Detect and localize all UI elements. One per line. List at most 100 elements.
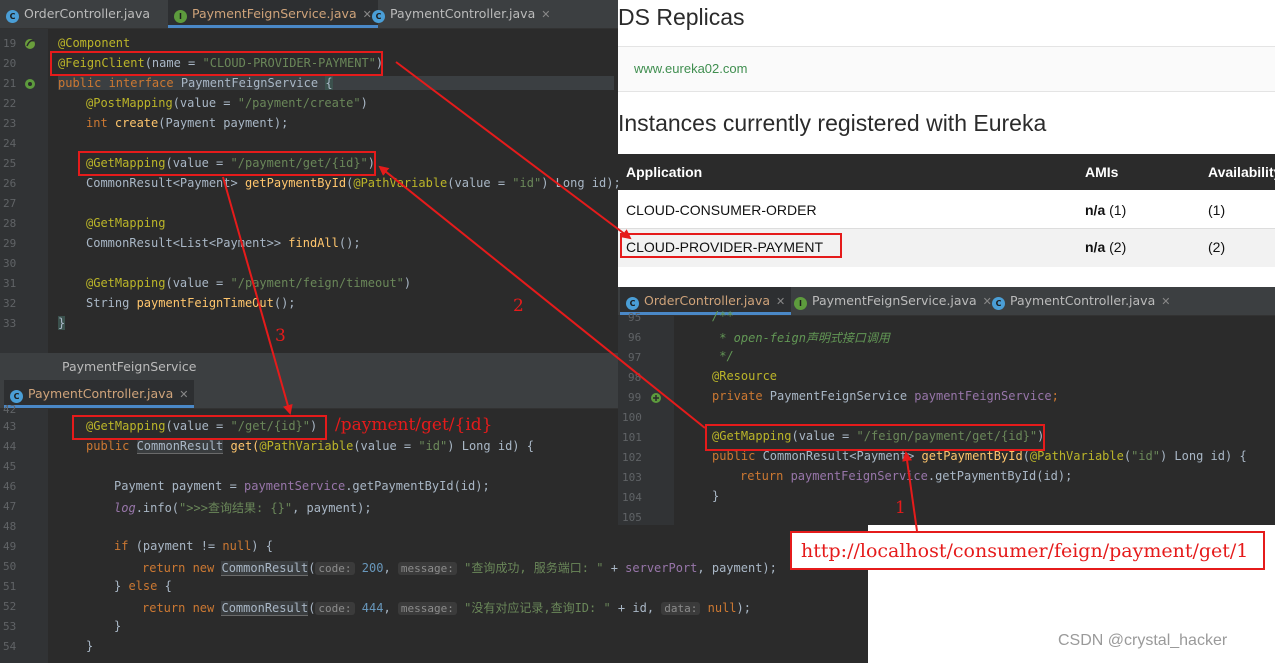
tab-payment-controller[interactable]: C PaymentController.java ✕ bbox=[372, 0, 550, 28]
tab-order-controller[interactable]: C OrderController.java bbox=[6, 0, 150, 28]
code-line-103: return paymentFeignService.getPaymentByI… bbox=[740, 469, 1073, 483]
top-editor-tabbar: C OrderController.java I PaymentFeignServi… bbox=[0, 0, 618, 29]
bottom-left-tabbar: C PaymentController.java ✕ bbox=[0, 380, 618, 409]
implemented-by-icon[interactable] bbox=[24, 78, 36, 90]
line-number: 99 bbox=[628, 391, 642, 404]
app-name: CLOUD-CONSUMER-ORDER bbox=[626, 202, 817, 218]
line-number: 104 bbox=[622, 491, 642, 504]
instances-table-header: Application AMIs Availability bbox=[618, 154, 1275, 190]
column-amis: AMIs bbox=[1085, 164, 1119, 180]
close-icon[interactable]: ✕ bbox=[983, 295, 992, 308]
column-application: Application bbox=[626, 164, 703, 180]
controller-mapping-highlight bbox=[72, 415, 327, 440]
line-number: 21 bbox=[3, 77, 17, 90]
line-number: 95 bbox=[628, 311, 642, 324]
line-number: 28 bbox=[3, 217, 17, 230]
line-number: 46 bbox=[3, 480, 17, 493]
request-url: http://localhost/consumer/feign/payment/… bbox=[801, 540, 1249, 562]
class-icon: C bbox=[10, 390, 23, 403]
code-line-28: @GetMapping bbox=[86, 216, 166, 230]
line-number: 42 bbox=[3, 403, 17, 416]
line-gutter: 19 20 21 22 23 24 25 26 27 28 29 30 31 3… bbox=[0, 29, 48, 353]
replicas-box: www.eureka02.com bbox=[618, 46, 1275, 92]
line-number: 45 bbox=[3, 460, 17, 473]
code-line-31: @GetMapping(value = "/payment/feign/time… bbox=[86, 276, 412, 290]
line-number: 30 bbox=[3, 257, 17, 270]
line-gutter: 95 96 97 98 99 100 101 102 103 104 105 bbox=[618, 311, 674, 525]
step-2-label: 2 bbox=[513, 296, 524, 316]
line-number: 50 bbox=[3, 560, 17, 573]
line-number: 27 bbox=[3, 197, 17, 210]
instances-title: Instances currently registered with Eure… bbox=[618, 110, 1047, 136]
interface-icon: I bbox=[174, 10, 187, 23]
tab-payment-feign-service[interactable]: I PaymentFeignService.java ✕ bbox=[794, 287, 992, 315]
ds-replicas-title: DS Replicas bbox=[618, 4, 745, 30]
line-number: 43 bbox=[3, 420, 17, 433]
availability-value: (1) bbox=[1208, 202, 1226, 218]
autowired-icon[interactable] bbox=[650, 392, 662, 404]
parameter-hint: message: bbox=[397, 562, 457, 575]
eureka-page: DS Replicas www.eureka02.com Instances c… bbox=[618, 0, 1275, 272]
line-gutter: 42 43 44 45 46 47 48 49 50 51 52 53 54 bbox=[0, 403, 48, 663]
url-box: http://localhost/consumer/feign/payment/… bbox=[790, 531, 1265, 570]
table-row: CLOUD-CONSUMER-ORDER n/a (1) (1) bbox=[618, 190, 1275, 229]
step-3-label: 3 bbox=[275, 326, 286, 346]
code-line-21: public interface PaymentFeignService { bbox=[58, 76, 614, 90]
availability-value: (2) bbox=[1208, 239, 1226, 255]
line-number: 103 bbox=[622, 471, 642, 484]
line-number: 101 bbox=[622, 431, 642, 444]
line-number: 29 bbox=[3, 237, 17, 250]
close-icon[interactable]: ✕ bbox=[541, 8, 550, 21]
code-line-22: @PostMapping(value = "/payment/create") bbox=[86, 96, 368, 110]
feign-client-highlight bbox=[50, 51, 383, 76]
step-1-label: 1 bbox=[895, 498, 906, 518]
close-icon[interactable]: ✕ bbox=[1161, 295, 1170, 308]
parameter-hint: code: bbox=[315, 602, 355, 615]
breadcrumb-item[interactable]: PaymentFeignService bbox=[62, 359, 196, 374]
tab-payment-controller[interactable]: C PaymentController.java ✕ bbox=[4, 380, 195, 408]
interface-icon: I bbox=[794, 297, 807, 310]
line-number: 97 bbox=[628, 351, 642, 364]
line-number: 24 bbox=[3, 137, 17, 150]
line-number: 47 bbox=[3, 500, 17, 513]
code-line-29: CommonResult<List<Payment>> findAll(); bbox=[86, 236, 361, 250]
code-line-99: private PaymentFeignService paymentFeign… bbox=[712, 389, 1059, 403]
code-line-46: Payment payment = paymentService.getPaym… bbox=[114, 479, 490, 493]
class-icon: C bbox=[6, 10, 19, 23]
code-line-49: if (payment != null) { bbox=[114, 539, 273, 553]
tab-payment-controller[interactable]: C PaymentController.java ✕ bbox=[992, 287, 1170, 315]
replica-link[interactable]: www.eureka02.com bbox=[634, 61, 747, 76]
line-number: 51 bbox=[3, 580, 17, 593]
code-line-32: String paymentFeignTimeOut(); bbox=[86, 296, 296, 310]
tab-payment-feign-service[interactable]: I PaymentFeignService.java ✕ bbox=[168, 0, 378, 28]
code-line-53: } bbox=[114, 619, 122, 633]
line-number: 20 bbox=[3, 57, 17, 70]
parameter-hint: code: bbox=[315, 562, 355, 575]
consumer-mapping-highlight bbox=[705, 424, 1045, 451]
code-line-52: return new CommonResult(code: 444, messa… bbox=[142, 601, 751, 616]
class-icon: C bbox=[992, 297, 1005, 310]
spring-bean-icon[interactable] bbox=[24, 38, 36, 50]
line-number: 32 bbox=[3, 297, 17, 310]
code-line-50: return new CommonResult(code: 200, messa… bbox=[142, 561, 777, 576]
line-number: 102 bbox=[622, 451, 642, 464]
tab-order-controller[interactable]: C OrderController.java ✕ bbox=[620, 287, 792, 315]
line-number: 53 bbox=[3, 620, 17, 633]
code-line-97: */ bbox=[712, 349, 734, 363]
code-line-51: } else { bbox=[114, 579, 172, 593]
close-icon[interactable]: ✕ bbox=[179, 388, 188, 401]
column-availability: Availability bbox=[1208, 164, 1275, 180]
close-icon[interactable]: ✕ bbox=[363, 8, 372, 21]
code-line-104: } bbox=[712, 489, 720, 503]
parameter-hint: data: bbox=[661, 602, 701, 615]
bottom-right-editor-panel: C OrderController.java ✕ I PaymentFeignServ… bbox=[618, 287, 1275, 525]
line-number: 52 bbox=[3, 600, 17, 613]
line-number: 48 bbox=[3, 520, 17, 533]
amis-value: n/a (2) bbox=[1085, 239, 1127, 255]
line-number: 19 bbox=[3, 37, 17, 50]
line-number: 98 bbox=[628, 371, 642, 384]
code-line-33: } bbox=[58, 316, 66, 330]
close-icon[interactable]: ✕ bbox=[776, 295, 785, 308]
code-line-102: public CommonResult<Payment> getPaymentB… bbox=[712, 449, 1247, 463]
code-line-98: @Resource bbox=[712, 369, 778, 383]
